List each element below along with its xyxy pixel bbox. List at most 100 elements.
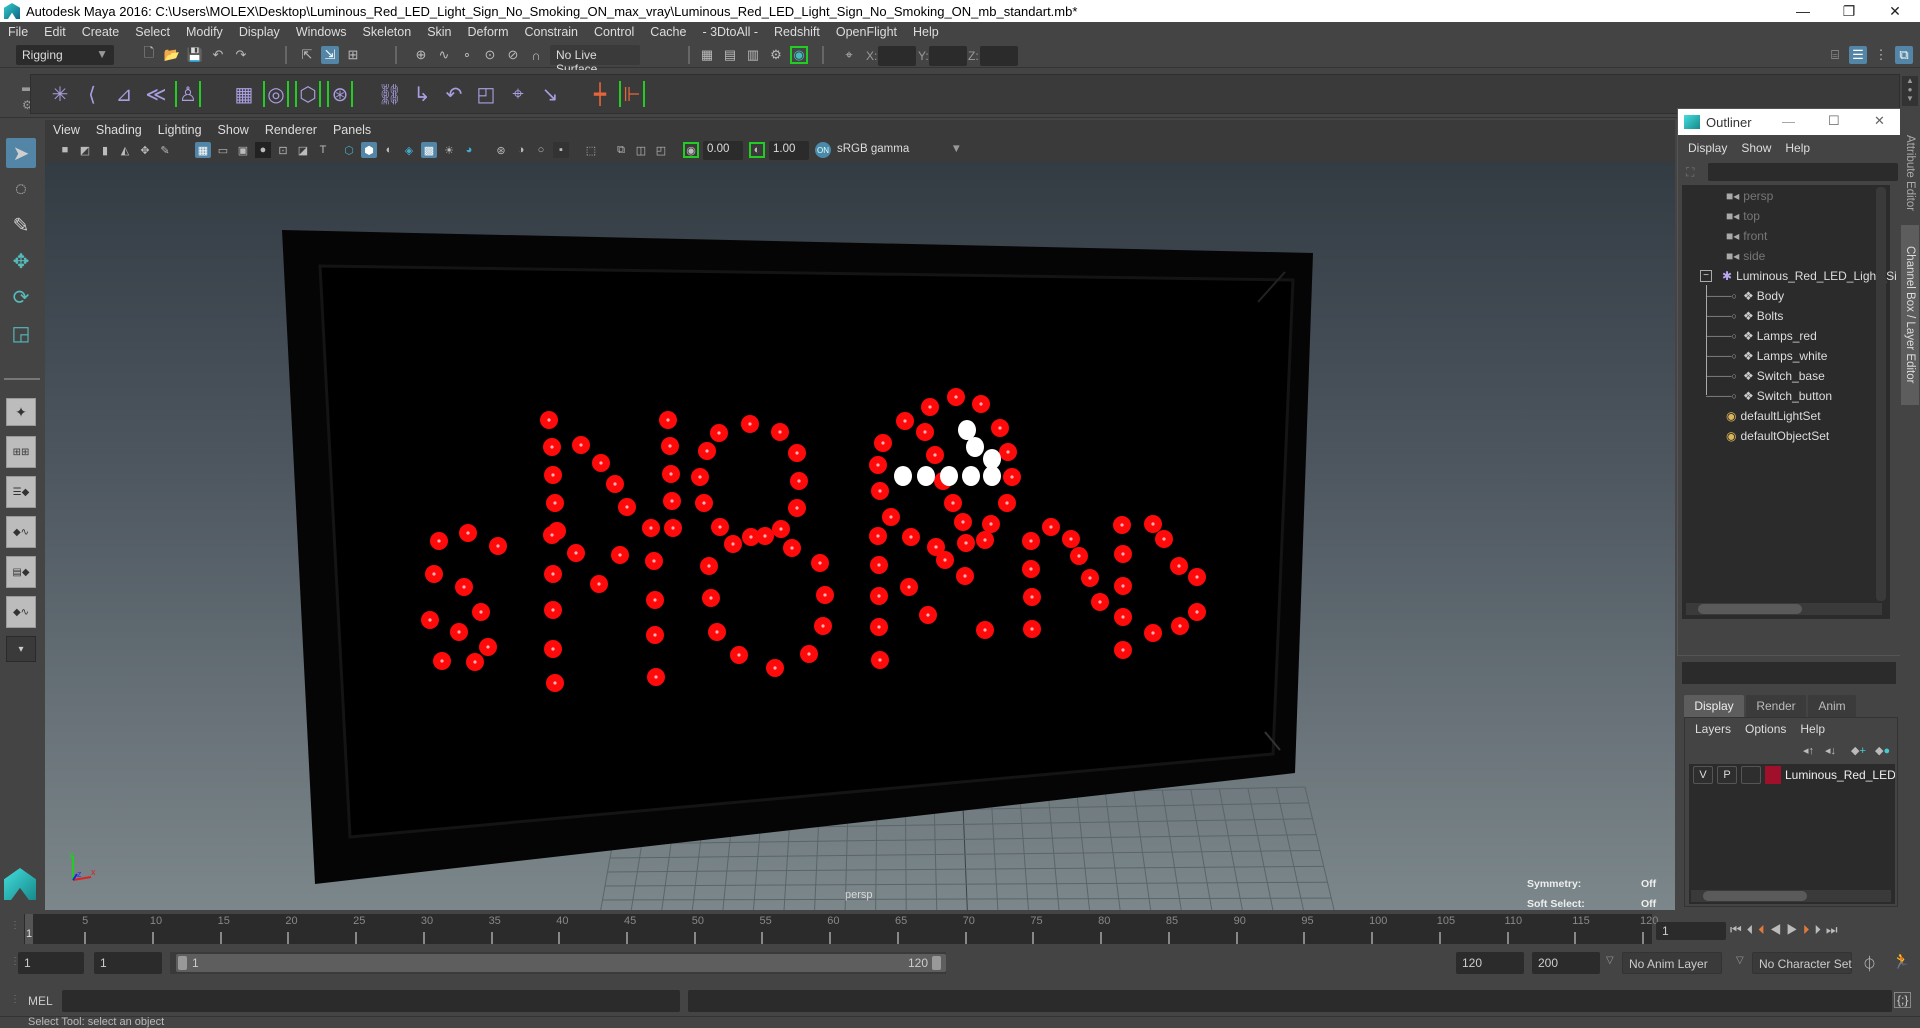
paint-select-tool-icon[interactable]: ✎ (6, 210, 36, 240)
live-surface-field[interactable]: No Live Surface (550, 45, 640, 76)
parent-constraint-icon[interactable]: ⛓ (377, 81, 403, 107)
lattice-icon[interactable]: ⬡ (295, 81, 321, 107)
layer-name[interactable]: Luminous_Red_LED_Li (1785, 768, 1895, 782)
outliner-item-switch-base[interactable]: ────○ ❖ Switch_base (1706, 367, 1825, 385)
grease-pencil-icon[interactable]: ✎ (157, 142, 173, 158)
outliner-persp-layout-icon[interactable]: ☰◆ (6, 476, 36, 508)
scrollbar-thumb[interactable] (1703, 891, 1807, 901)
outliner-vertical-scrollbar[interactable] (1876, 187, 1886, 601)
maximize-button[interactable]: ☐ (1828, 113, 1840, 129)
go-to-end-icon[interactable]: ⏭ (1826, 922, 1843, 937)
camera-attributes-icon[interactable]: ◩ (77, 142, 93, 158)
menu-create[interactable]: Create (74, 25, 128, 39)
hud-icon[interactable]: ◰ (653, 142, 669, 158)
select-component-icon[interactable]: ⊞ (344, 46, 362, 64)
ipr-render-icon[interactable]: ▥ (744, 46, 762, 64)
exposure-field[interactable]: 0.00 (703, 141, 743, 160)
safe-action-icon[interactable]: ◪ (295, 142, 311, 158)
save-scene-icon[interactable]: 💾 (186, 46, 204, 64)
filter-icon[interactable]: ⛶ (1686, 165, 1694, 180)
outliner-item-side[interactable]: ■◂ side (1726, 247, 1765, 265)
driven-key-link-icon[interactable]: ⊩ (619, 81, 645, 107)
point-constraint-icon[interactable]: ↳ (409, 81, 435, 107)
multisample-aa-icon[interactable]: ◑ (513, 142, 529, 158)
minimize-button[interactable]: — (1780, 0, 1826, 22)
layer-visibility-toggle[interactable]: V (1693, 766, 1713, 784)
layer-horizontal-scrollbar[interactable] (1691, 890, 1891, 902)
maximize-button[interactable]: ❐ (1826, 0, 1872, 22)
lasso-tool-icon[interactable]: ◌ (6, 174, 36, 204)
close-button[interactable]: ✕ (1874, 113, 1885, 129)
layer-menu-help[interactable]: Help (1800, 722, 1825, 736)
outliner-horizontal-scrollbar[interactable] (1686, 603, 1882, 615)
gate-mask-icon[interactable]: ● (255, 142, 271, 158)
layer-tab-render[interactable]: Render (1746, 695, 1806, 717)
shadows-icon[interactable]: ☀ (441, 142, 457, 158)
command-input[interactable] (62, 990, 680, 1012)
wireframe-on-shaded-icon[interactable]: ◐ (381, 142, 397, 158)
layer-menu-layers[interactable]: Layers (1695, 722, 1731, 736)
current-frame-field[interactable]: 1 (1656, 922, 1726, 940)
menu-select[interactable]: Select (127, 25, 178, 39)
layer-color-swatch[interactable] (1765, 766, 1781, 784)
tool-settings-icon[interactable]: ⋮ (1872, 46, 1890, 64)
outliner-item-switch-button[interactable]: ────○ ❖ Switch_button (1706, 387, 1832, 405)
time-ruler[interactable]: 1 5 10 15 20 25 30 35 40 45 50 55 60 65 70 75 80 85 90 95 1… (24, 914, 1658, 944)
vp-menu-renderer[interactable]: Renderer (257, 123, 325, 137)
outliner-item-lamps-red[interactable]: ────○ ❖ Lamps_red (1706, 327, 1817, 345)
undo-icon[interactable]: ↶ (209, 46, 227, 64)
range-end-handle[interactable] (932, 956, 941, 970)
snap-grid-icon[interactable]: ⊕ (412, 46, 430, 64)
aim-constraint-icon[interactable]: ⌖ (505, 81, 531, 107)
tab-attribute-editor[interactable]: Attribute Editor (1901, 128, 1919, 218)
outliner-item-lamps-white[interactable]: ────○ ❖ Lamps_white (1706, 347, 1827, 365)
menu-skin[interactable]: Skin (419, 25, 459, 39)
outliner-filter-input[interactable] (1708, 163, 1898, 181)
pole-vector-constraint-icon[interactable]: ↘ (537, 81, 563, 107)
color-management-toggle-icon[interactable]: ON (815, 142, 831, 158)
outliner-item-group[interactable]: − ✱ Luminous_Red_LED_Light_Si (1700, 267, 1897, 285)
character-set-dropdown[interactable]: No Character Set (1752, 952, 1852, 974)
anim-layer-dropdown[interactable]: No Anim Layer (1622, 952, 1722, 974)
snap-magnet-icon[interactable]: ∩ (527, 46, 545, 64)
menu-deform[interactable]: Deform (460, 25, 517, 39)
safe-title-icon[interactable]: T (315, 142, 331, 158)
menu-edit[interactable]: Edit (36, 25, 74, 39)
menu-redshift[interactable]: Redshift (766, 25, 828, 39)
playback-start-field[interactable]: 1 (94, 952, 162, 974)
outliner-menu-show[interactable]: Show (1741, 141, 1771, 155)
smooth-bind-icon[interactable]: ◎ (263, 81, 289, 107)
paint-weights-icon[interactable]: ▦ (231, 81, 257, 107)
xray-components-icon[interactable]: ◫ (633, 142, 649, 158)
z-input[interactable] (980, 46, 1018, 66)
layer-display-type-toggle[interactable] (1741, 766, 1761, 784)
play-forward-icon[interactable]: ▶ (1786, 922, 1803, 937)
collapse-toggle-icon[interactable]: − (1700, 270, 1712, 282)
render-view-icon[interactable]: ▦ (698, 46, 716, 64)
play-backward-icon[interactable]: ◀ (1770, 922, 1787, 937)
outliner-item-top[interactable]: ■◂ top (1726, 207, 1760, 225)
vp-menu-lighting[interactable]: Lighting (150, 123, 210, 137)
menu-control[interactable]: Control (586, 25, 642, 39)
animation-preferences-icon[interactable]: 🏃 (1892, 952, 1911, 970)
menu-file[interactable]: File (0, 25, 36, 39)
step-back-icon[interactable]: ⏴ (1747, 922, 1759, 937)
move-layer-up-icon[interactable]: ◂↑ (1803, 744, 1814, 757)
menu-help[interactable]: Help (905, 25, 947, 39)
render-settings-icon[interactable]: ⚙ (767, 46, 785, 64)
channel-box-toggle-icon[interactable]: ⧉ (1895, 46, 1913, 64)
xray-icon[interactable]: ⬚ (583, 142, 599, 158)
menu-windows[interactable]: Windows (288, 25, 355, 39)
layer-row[interactable]: V P Luminous_Red_LED_Li (1689, 764, 1895, 786)
menu-skeleton[interactable]: Skeleton (355, 25, 420, 39)
hypershade-layout-icon[interactable]: ▤◆ (6, 556, 36, 588)
bookmark-icon[interactable]: ▮ (97, 142, 113, 158)
hypershade-icon[interactable]: ◉ (790, 46, 808, 64)
outliner-item-default-light-set[interactable]: ◉ defaultLightSet (1726, 407, 1821, 425)
outliner-item-persp[interactable]: ■◂ persp (1726, 187, 1773, 205)
chevron-down-icon[interactable]: ▽ (1736, 955, 1744, 966)
resolution-gate-icon[interactable]: ▣ (235, 142, 251, 158)
snap-live-icon[interactable]: ⊘ (504, 46, 522, 64)
insert-joint-icon[interactable]: ⟨ (79, 81, 105, 107)
wireframe-icon[interactable]: ⬡ (341, 142, 357, 158)
